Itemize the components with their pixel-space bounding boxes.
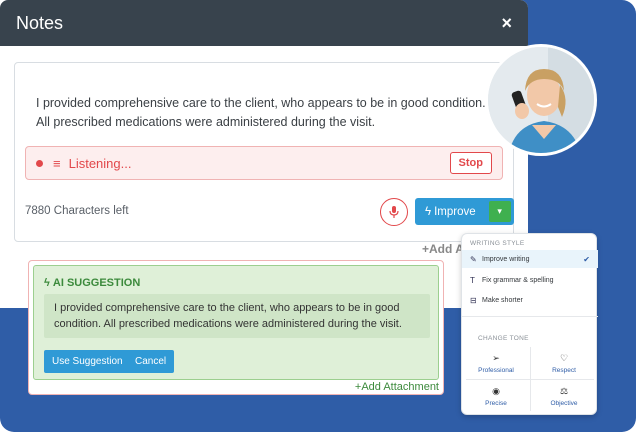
improve-label: Improve: [434, 205, 476, 218]
add-attachment-bottom-label: Add Attachment: [361, 381, 439, 393]
scale-icon: ⚖: [559, 385, 569, 396]
window-header: Notes ×: [0, 0, 528, 46]
menu-item-improve-writing[interactable]: ✎ Improve writing ✔: [462, 250, 598, 268]
add-attachment-link-bottom[interactable]: +Add Attachment: [355, 381, 439, 393]
menu-item-label: Improve writing: [482, 255, 530, 263]
microphone-button[interactable]: [380, 198, 408, 226]
note-editor: I provided comprehensive care to the cli…: [14, 62, 514, 242]
tone-label: Objective: [550, 399, 578, 407]
note-textarea[interactable]: I provided comprehensive care to the cli…: [36, 94, 502, 132]
recording-dot-icon: [36, 159, 43, 167]
divider: [462, 316, 598, 317]
menu-item-fix-grammar[interactable]: T Fix grammar & spelling: [462, 271, 598, 289]
characters-left: 7880 Characters left: [25, 205, 129, 217]
tone-label: Precise: [485, 399, 507, 407]
change-tone-heading: CHANGE TONE: [478, 335, 529, 342]
shorten-icon: ⊟: [470, 295, 477, 305]
improve-dropdown-button[interactable]: ▾: [488, 201, 511, 222]
cancel-button[interactable]: Cancel: [127, 350, 175, 373]
menu-item-label: Fix grammar & spelling: [482, 276, 554, 284]
ai-suggestion-text: I provided comprehensive care to the cli…: [44, 294, 430, 338]
ai-suggestion-title-text: AI SUGGESTION: [52, 277, 141, 289]
avatar: [485, 44, 597, 156]
add-attachment-link[interactable]: +Add A: [422, 242, 464, 256]
tone-respect[interactable]: ♡ Respect: [530, 348, 598, 378]
ai-suggestion-panel: ϟ AI SUGGESTION I provided comprehensive…: [28, 260, 444, 395]
lightning-icon: ϟ: [425, 205, 432, 218]
tone-professional[interactable]: ➢ Professional: [462, 348, 530, 378]
text-icon: T: [470, 275, 475, 285]
target-icon: ◉: [492, 385, 500, 396]
listening-bar: ≡ Listening... Stop: [25, 146, 503, 180]
pencil-icon: ✎: [470, 254, 477, 264]
send-icon: ➢: [492, 352, 500, 363]
microphone-icon: [389, 206, 399, 218]
plus-icon: +: [422, 242, 430, 256]
window-title: Notes: [16, 12, 64, 33]
menu-item-make-shorter[interactable]: ⊟ Make shorter: [462, 291, 598, 309]
ai-suggestion-title: ϟ AI SUGGESTION: [44, 277, 140, 289]
tone-label: Respect: [552, 366, 576, 374]
tone-precise[interactable]: ◉ Precise: [462, 381, 530, 411]
menu-icon: ≡: [53, 155, 61, 171]
menu-item-label: Make shorter: [482, 296, 523, 304]
tone-objective[interactable]: ⚖ Objective: [530, 381, 598, 411]
stop-button[interactable]: Stop: [449, 152, 492, 174]
improve-button[interactable]: ϟ Improve: [415, 198, 486, 225]
heart-icon: ♡: [559, 352, 569, 363]
use-suggestion-button[interactable]: Use Suggestion: [44, 350, 131, 373]
tone-label: Professional: [478, 366, 514, 374]
chevron-down-icon: ▾: [497, 206, 502, 216]
add-attachment-label: Add A: [429, 242, 464, 256]
check-icon: ✔: [583, 254, 590, 264]
ai-suggestion-card: ϟ AI SUGGESTION I provided comprehensive…: [33, 265, 439, 380]
listening-label: Listening...: [68, 155, 132, 171]
close-icon[interactable]: ×: [501, 13, 512, 34]
writing-style-heading: WRITING STYLE: [470, 240, 525, 247]
improve-button-group: ϟ Improve ▾: [415, 198, 514, 225]
writing-style-menu: WRITING STYLE ✎ Improve writing ✔ T Fix …: [461, 233, 598, 415]
divider: [466, 379, 594, 380]
lightning-icon: ϟ: [44, 277, 53, 289]
